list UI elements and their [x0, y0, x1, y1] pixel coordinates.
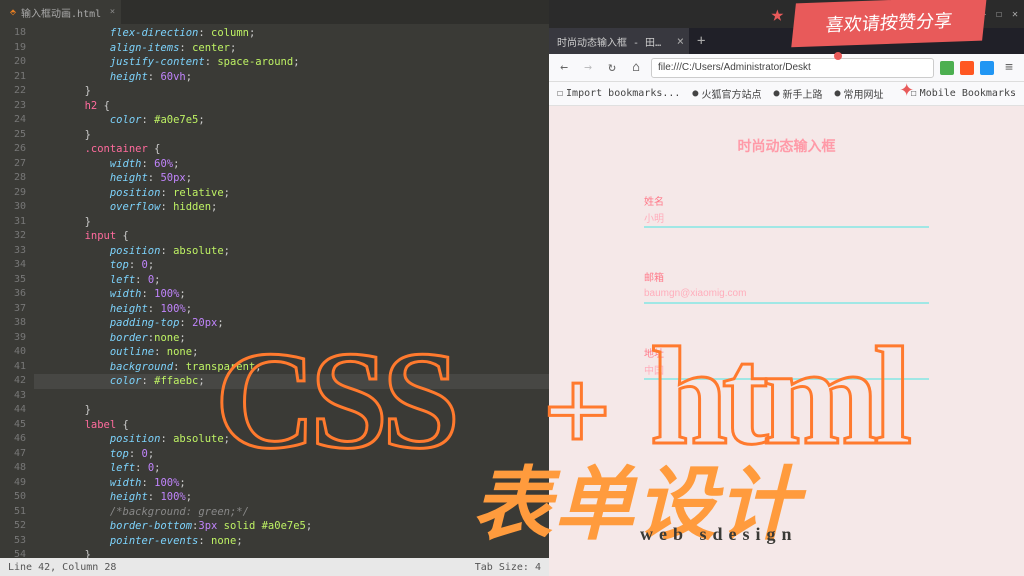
- field-label: 姓名: [644, 193, 664, 208]
- close-icon[interactable]: ×: [677, 34, 684, 48]
- menu-icon[interactable]: ≡: [1000, 59, 1018, 77]
- ext-icon[interactable]: [940, 61, 954, 75]
- new-tab-button[interactable]: +: [689, 33, 713, 49]
- form-field: 姓名: [644, 196, 929, 228]
- form-field: 地址: [644, 348, 929, 380]
- back-icon[interactable]: ←: [555, 59, 573, 77]
- forward-icon[interactable]: →: [579, 59, 597, 77]
- spark-icon: ✦: [900, 74, 914, 102]
- home-icon[interactable]: ⌂: [627, 59, 645, 77]
- reload-icon[interactable]: ↻: [603, 59, 621, 77]
- field-input[interactable]: [644, 212, 929, 223]
- field-input[interactable]: [644, 288, 929, 299]
- file-icon: ⬘: [10, 7, 16, 18]
- close-icon[interactable]: ✕: [1012, 9, 1018, 20]
- field-label: 邮箱: [644, 269, 664, 284]
- close-icon[interactable]: ×: [110, 7, 115, 17]
- url-input[interactable]: [651, 58, 934, 78]
- mobile-bookmarks[interactable]: ☐ Mobile Bookmarks: [911, 88, 1016, 99]
- status-cursor: Line 42, Column 28: [8, 562, 116, 573]
- status-tabsize[interactable]: Tab Size: 4: [475, 562, 541, 573]
- bookmark-item[interactable]: ● 火狐官方站点: [692, 86, 761, 101]
- editor-tab[interactable]: ⬘ 输入框动画.html ×: [0, 0, 121, 24]
- editor-tab-bar: ⬘ 输入框动画.html ×: [0, 0, 549, 24]
- field-input[interactable]: [644, 364, 929, 375]
- maximize-icon[interactable]: ☐: [996, 9, 1002, 20]
- tab-label: 输入框动画.html: [21, 5, 101, 20]
- rendered-page: 时尚动态输入框 姓名邮箱地址: [549, 106, 1024, 576]
- form-field: 邮箱: [644, 272, 929, 304]
- star-icon: ★: [771, 2, 784, 27]
- bookmark-item[interactable]: ☐ Import bookmarks...: [557, 88, 680, 99]
- tab-title: 时尚动态输入框 - 田了个甜: [557, 34, 667, 49]
- code-area[interactable]: 1819202122232425262728293031323334353637…: [0, 24, 549, 558]
- ext-icon[interactable]: [960, 61, 974, 75]
- field-label: 地址: [644, 345, 664, 360]
- dot-icon: [834, 52, 842, 60]
- browser-tab[interactable]: 时尚动态输入框 - 田了个甜 ×: [549, 28, 689, 54]
- line-gutter: 1819202122232425262728293031323334353637…: [0, 24, 34, 558]
- editor-status-bar: Line 42, Column 28 Tab Size: 4: [0, 558, 549, 576]
- browser-pane: — ☐ ✕ 时尚动态输入框 - 田了个甜 × + ← → ↻ ⌂ ≡ ☐ Imp…: [549, 0, 1024, 576]
- ext-icon[interactable]: [980, 61, 994, 75]
- code-content[interactable]: flex-direction: column; align-items: cen…: [34, 24, 549, 558]
- bookmark-bar: ☐ Import bookmarks... ● 火狐官方站点 ● 新手上路 ● …: [549, 82, 1024, 106]
- bookmark-item[interactable]: ● 常用网址: [834, 86, 883, 101]
- editor-pane: ⬘ 输入框动画.html × 1819202122232425262728293…: [0, 0, 549, 576]
- bookmark-item[interactable]: ● 新手上路: [773, 86, 822, 101]
- page-title: 时尚动态输入框: [738, 136, 836, 156]
- banner-overlay: 喜欢请按赞分享: [791, 0, 986, 47]
- address-bar-row: ← → ↻ ⌂ ≡: [549, 54, 1024, 82]
